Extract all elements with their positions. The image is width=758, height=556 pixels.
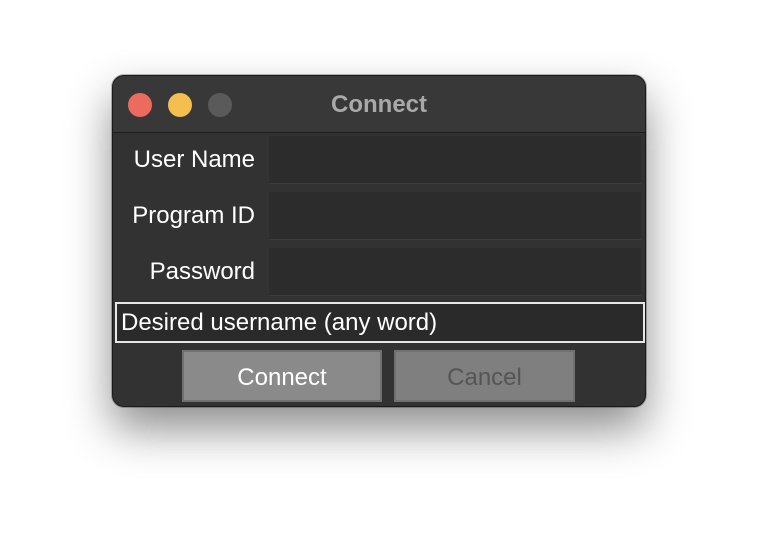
password-row: Password (113, 246, 645, 298)
connect-button[interactable]: Connect (182, 350, 382, 402)
password-label: Password (149, 258, 255, 285)
program-id-row: Program ID (113, 190, 645, 242)
window-title: Connect (331, 91, 427, 118)
title-bar[interactable]: Connect (113, 76, 645, 133)
user-name-row: User Name (113, 134, 645, 186)
program-id-field[interactable] (269, 192, 641, 240)
user-name-label: User Name (133, 146, 255, 173)
cancel-button[interactable]: Cancel (394, 350, 575, 402)
user-name-field[interactable] (269, 136, 641, 184)
desired-username-field[interactable]: Desired username (any word) (115, 302, 645, 343)
program-id-label: Program ID (132, 202, 255, 229)
password-field[interactable] (269, 248, 641, 296)
connect-dialog: Connect User Name Program ID Password De… (112, 75, 646, 407)
